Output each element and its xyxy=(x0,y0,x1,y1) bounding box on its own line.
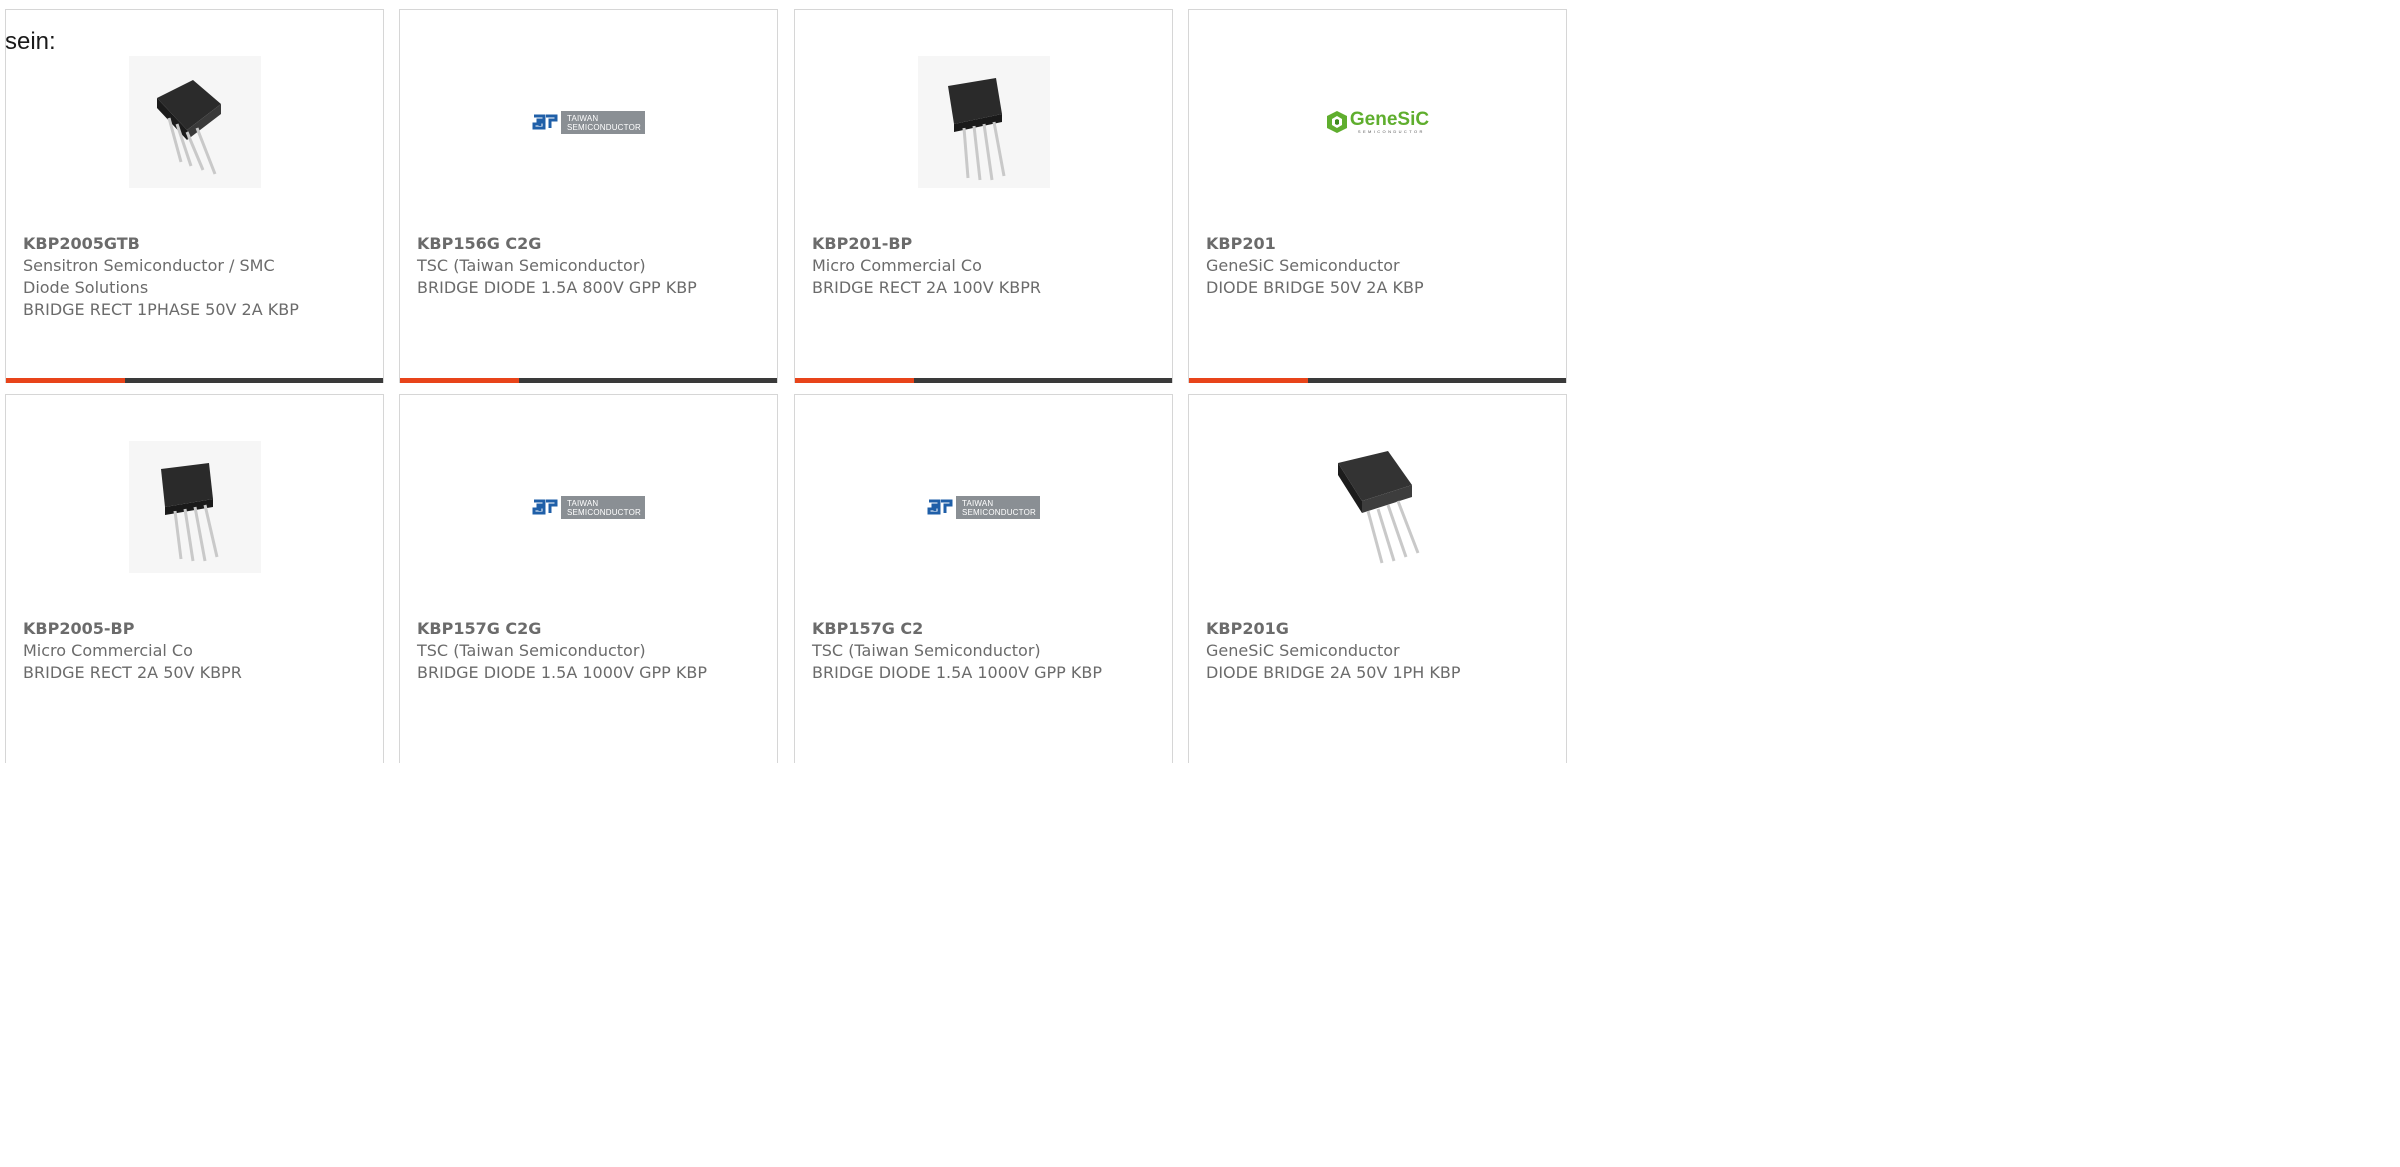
product-card[interactable]: KBP201G GeneSiC Semiconductor DIODE BRID… xyxy=(1188,394,1567,763)
description: BRIDGE DIODE 1.5A 1000V GPP KBP xyxy=(417,663,707,682)
bridge-rectifier-photo xyxy=(128,56,261,188)
logo-text-line: GeneSiC xyxy=(1349,108,1430,130)
description: DIODE BRIDGE 2A 50V 1PH KBP xyxy=(1206,663,1461,682)
manufacturer: TSC (Taiwan Semiconductor) xyxy=(812,641,1041,660)
manufacturer: Micro Commercial Co xyxy=(812,256,982,275)
intro-text: sein: xyxy=(5,28,56,55)
product-card[interactable]: KBP201-BP Micro Commercial Co BRIDGE REC… xyxy=(794,9,1173,383)
bridge-rectifier-photo xyxy=(917,56,1050,188)
product-image[interactable] xyxy=(795,55,1172,189)
product-grid-page: sein: KBP2005GTB Sensitron Semiconductor… xyxy=(0,0,1568,763)
logo-text-line: TAIWAN xyxy=(961,498,994,508)
manufacturer: GeneSiC Semiconductor xyxy=(1206,641,1400,660)
card-bottom-bar xyxy=(400,378,777,383)
part-number[interactable]: KBP156G C2G xyxy=(417,233,707,255)
part-number[interactable]: KBP157G C2 xyxy=(812,618,1102,640)
bridge-rectifier-photo xyxy=(1311,441,1444,573)
description: BRIDGE DIODE 1.5A 1000V GPP KBP xyxy=(812,663,1102,682)
taiwan-semiconductor-logo: TAIWAN SEMICONDUCTOR xyxy=(531,109,645,135)
card-bottom-bar xyxy=(6,378,383,383)
description: BRIDGE DIODE 1.5A 800V GPP KBP xyxy=(417,278,697,297)
logo-text-line: SEMICONDUCTOR xyxy=(1357,128,1425,134)
product-card[interactable]: KBP2005-BP Micro Commercial Co BRIDGE RE… xyxy=(5,394,384,763)
part-number[interactable]: KBP2005-BP xyxy=(23,618,313,640)
genesic-logo: GeneSiC SEMICONDUCTOR xyxy=(1326,110,1429,134)
manufacturer: TSC (Taiwan Semiconductor) xyxy=(417,641,646,660)
logo-text-line: SEMICONDUCTOR xyxy=(961,507,1036,517)
description: BRIDGE RECT 1PHASE 50V 2A KBP xyxy=(23,300,299,319)
manufacturer: TSC (Taiwan Semiconductor) xyxy=(417,256,646,275)
card-accent-bar xyxy=(1189,378,1308,383)
taiwan-semiconductor-logo: TAIWAN SEMICONDUCTOR xyxy=(926,494,1040,520)
product-card[interactable]: KBP2005GTB Sensitron Semiconductor / SMC… xyxy=(5,9,384,383)
product-image[interactable] xyxy=(1189,440,1566,574)
bridge-rectifier-photo xyxy=(128,441,261,573)
taiwan-semiconductor-logo: TAIWAN SEMICONDUCTOR xyxy=(531,494,645,520)
description: BRIDGE RECT 2A 100V KBPR xyxy=(812,278,1041,297)
card-bottom-bar xyxy=(1189,378,1566,383)
card-accent-bar xyxy=(795,378,914,383)
description: DIODE BRIDGE 50V 2A KBP xyxy=(1206,278,1424,297)
product-image[interactable] xyxy=(6,55,383,189)
product-card[interactable]: TAIWAN SEMICONDUCTOR KBP157G C2G TSC (Ta… xyxy=(399,394,778,763)
logo-text-line: SEMICONDUCTOR xyxy=(566,122,641,132)
product-image[interactable]: TAIWAN SEMICONDUCTOR xyxy=(400,55,777,189)
part-number[interactable]: KBP201G xyxy=(1206,618,1496,640)
product-image[interactable]: TAIWAN SEMICONDUCTOR xyxy=(795,440,1172,574)
product-card[interactable]: TAIWAN SEMICONDUCTOR KBP157G C2 TSC (Tai… xyxy=(794,394,1173,763)
part-number[interactable]: KBP2005GTB xyxy=(23,233,313,255)
card-accent-bar xyxy=(400,378,519,383)
logo-text-line: TAIWAN xyxy=(566,113,599,123)
product-card[interactable]: TAIWAN SEMICONDUCTOR KBP156G C2G TSC (Ta… xyxy=(399,9,778,383)
part-number[interactable]: KBP157G C2G xyxy=(417,618,707,640)
part-number[interactable]: KBP201 xyxy=(1206,233,1496,255)
card-accent-bar xyxy=(6,378,125,383)
description: BRIDGE RECT 2A 50V KBPR xyxy=(23,663,242,682)
product-image[interactable] xyxy=(6,440,383,574)
logo-text-line: SEMICONDUCTOR xyxy=(566,507,641,517)
product-image[interactable]: GeneSiC SEMICONDUCTOR xyxy=(1189,55,1566,189)
logo-text-line: TAIWAN xyxy=(566,498,599,508)
product-image[interactable]: TAIWAN SEMICONDUCTOR xyxy=(400,440,777,574)
part-number[interactable]: KBP201-BP xyxy=(812,233,1102,255)
manufacturer: Micro Commercial Co xyxy=(23,641,193,660)
manufacturer: GeneSiC Semiconductor xyxy=(1206,256,1400,275)
manufacturer: Sensitron Semiconductor / SMC Diode Solu… xyxy=(23,256,275,297)
product-card[interactable]: GeneSiC SEMICONDUCTOR KBP201 GeneSiC Sem… xyxy=(1188,9,1567,383)
card-bottom-bar xyxy=(795,378,1172,383)
